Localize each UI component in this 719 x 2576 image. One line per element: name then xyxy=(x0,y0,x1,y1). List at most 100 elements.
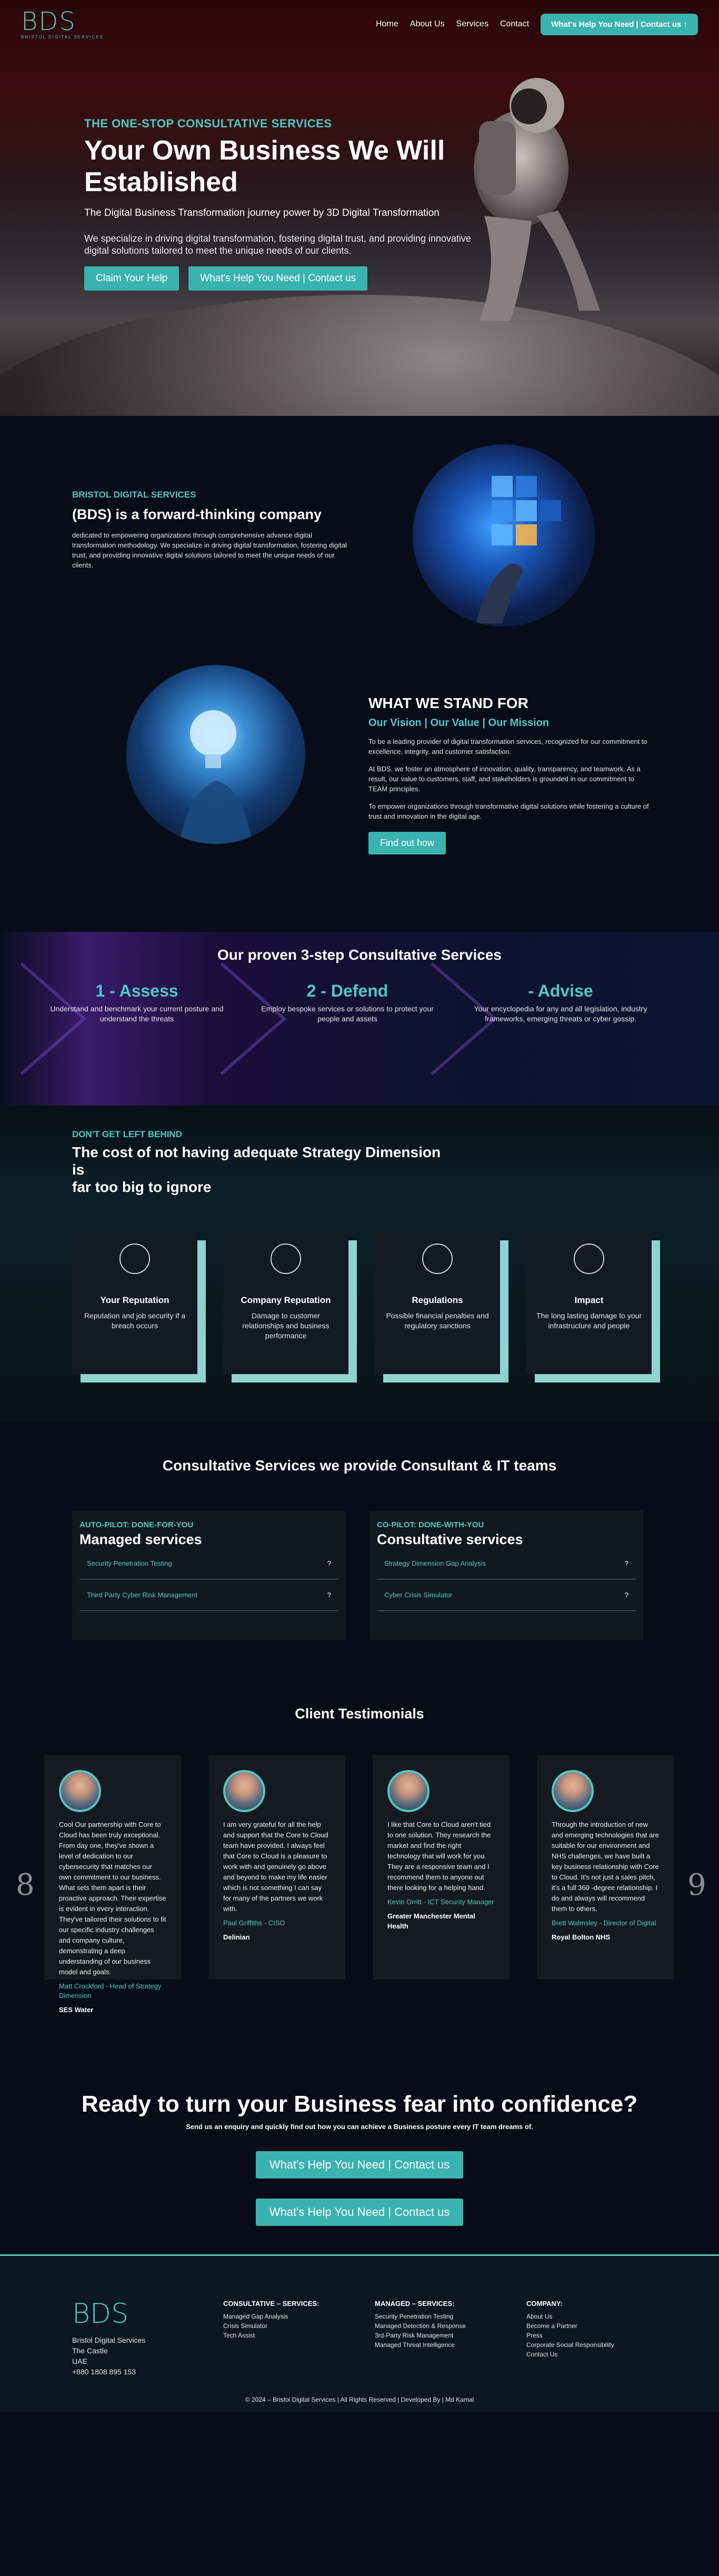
cost-title-line2: is xyxy=(72,1161,85,1178)
impact-card: Impact The long lasting damage to your i… xyxy=(526,1232,660,1383)
testimonial-company: Delinian xyxy=(223,1933,250,1941)
cta-button-wrap: What's Help You Need | Contact us xyxy=(0,2151,719,2179)
footer-link[interactable]: Crisis Simulator xyxy=(223,2321,319,2331)
consultative-services-panel: CO-PILOT: DONE-WITH-YOU Consultative ser… xyxy=(370,1511,643,1640)
service-accordion-item[interactable]: Strategy Dimension Gap Analysis? xyxy=(377,1548,636,1579)
hero-contact-button[interactable]: What's Help You Need | Contact us xyxy=(188,266,368,291)
top-navigation: BDS BRISTOL DIGITAL SERVICES Home About … xyxy=(0,0,719,48)
nav-contact-button[interactable]: What's Help You Need | Contact us ↑ xyxy=(541,13,698,35)
testimonial-quote: Through the introduction of new and emer… xyxy=(552,1821,659,1913)
service-accordion-item[interactable]: Security Penetration Testing? xyxy=(79,1548,338,1579)
mission-paragraph: To empower organizations through transfo… xyxy=(368,802,649,820)
reputation-card: Your Reputation Reputation and job secur… xyxy=(72,1232,206,1383)
brand-logo[interactable]: BDS BRISTOL DIGITAL SERVICES xyxy=(21,9,104,39)
testimonial-company: Greater Manchester Mental Health xyxy=(387,1912,475,1930)
logo-mark: BDS xyxy=(21,7,76,36)
handshake-icon xyxy=(271,1244,301,1274)
nav-link-about[interactable]: About Us xyxy=(410,19,445,29)
testimonials-title: Client Testimonials xyxy=(295,1706,424,1722)
card-description: The long lasting damage to your infrastr… xyxy=(536,1311,642,1330)
card-face: Impact The long lasting damage to your i… xyxy=(526,1232,652,1374)
avatar xyxy=(552,1770,594,1812)
expand-icon: ? xyxy=(327,1559,331,1567)
nav-menu: Home About Us Services Contact What's He… xyxy=(376,13,698,35)
regulations-card: Regulations Possible financial penalties… xyxy=(375,1232,508,1383)
step-assess: 1 - Assess Understand and benchmark your… xyxy=(47,981,226,1024)
footer-column-consultative: CONSULTATIVE – SERVICES: Managed Gap Ana… xyxy=(223,2299,319,2340)
footer-column-heading: CONSULTATIVE – SERVICES: xyxy=(223,2300,319,2308)
testimonial-company: SES Water xyxy=(59,2006,94,2014)
carousel-prev-button[interactable]: 8 xyxy=(16,1868,35,1902)
service-item-label: Strategy Dimension Gap Analysis xyxy=(384,1559,486,1567)
footer-link[interactable]: About Us xyxy=(526,2312,614,2321)
footer-link[interactable]: Contact Us xyxy=(526,2350,614,2359)
footer-link[interactable]: Become a Partner xyxy=(526,2321,614,2331)
footer-link[interactable]: Security Penetration Testing xyxy=(375,2312,466,2321)
phone-number[interactable]: +880 1808 895 153 xyxy=(72,2366,145,2377)
handshake-icon xyxy=(422,1244,453,1274)
card-title: Regulations xyxy=(412,1295,463,1305)
footer-link[interactable]: Managed Threat Intelligence xyxy=(375,2340,466,2350)
moon-surface-image xyxy=(0,295,719,416)
hero-title: Your Own Business We Will Established xyxy=(84,135,484,198)
cost-title-line3: far too big to ignore xyxy=(72,1179,212,1195)
cta-title: Ready to turn your Business fear into co… xyxy=(81,2091,638,2117)
nav-link-services[interactable]: Services xyxy=(456,19,488,29)
nav-link-contact[interactable]: Contact xyxy=(500,19,529,29)
carousel-next-button[interactable]: 9 xyxy=(687,1868,706,1902)
cost-section: DON'T GET LEFT BEHIND The cost of not ha… xyxy=(0,1106,719,1421)
testimonial-author: Kevin Orritt - ICT Security Manager xyxy=(387,1898,494,1906)
vision-paragraph: To be a leading provider of digital tran… xyxy=(368,738,647,755)
footer-link[interactable]: Tech Assist xyxy=(223,2331,319,2340)
card-face: Company Reputation Damage to customer re… xyxy=(223,1232,348,1374)
handshake-icon xyxy=(119,1244,150,1274)
panel-title: Consultative services xyxy=(377,1531,523,1547)
cta-contact-button-secondary[interactable]: What's Help You Need | Contact us xyxy=(255,2199,464,2226)
card-description: Possible financial penalties and regulat… xyxy=(386,1311,489,1330)
testimonial-card: I am very grateful for all the help and … xyxy=(208,1755,345,1980)
value-paragraph: At BDS, we foster an atmosphere of innov… xyxy=(368,765,641,793)
hero-title-line2: Established xyxy=(84,167,238,197)
card-face: Your Reputation Reputation and job secur… xyxy=(72,1232,197,1374)
nav-link-home[interactable]: Home xyxy=(376,19,398,29)
footer-link[interactable]: Press xyxy=(526,2331,614,2340)
step-description: Employ bespoke services or solutions to … xyxy=(261,1004,434,1023)
footer-link[interactable]: 3rd-Party Risk Management xyxy=(375,2331,466,2340)
service-accordion-item[interactable]: Cyber Crisis Simulator? xyxy=(377,1579,636,1611)
about-section: BRISTOL DIGITAL SERVICES (BDS) is a forw… xyxy=(0,416,719,663)
values-text: WHAT WE STAND FOR Our Vision | Our Value… xyxy=(368,695,653,854)
find-out-how-button[interactable]: Find out how xyxy=(368,832,446,854)
claim-help-button[interactable]: Claim Your Help xyxy=(84,266,179,291)
step-title: - Advise xyxy=(528,981,593,1000)
managed-services-panel: AUTO-PILOT: DONE-FOR-YOU Managed service… xyxy=(72,1511,346,1640)
about-kicker: BRISTOL DIGITAL SERVICES xyxy=(72,490,196,500)
footer-logo[interactable]: BDS xyxy=(72,2298,128,2330)
cta-contact-button[interactable]: What's Help You Need | Contact us xyxy=(255,2151,464,2179)
footer-address: Bristol Digital Services The Castle UAE … xyxy=(72,2335,145,2377)
testimonial-author: Matt Crockford - Head of Strategy Dimens… xyxy=(59,1982,162,2000)
step-advise: - Advise Your encyclopedia for any and a… xyxy=(471,981,650,1024)
testimonial-quote: Cool Our partnership with Core to Cloud … xyxy=(59,1821,166,1976)
footer-link[interactable]: Managed Gap Analysis xyxy=(223,2312,319,2321)
three-step-section: Our proven 3-step Consultative Services … xyxy=(0,932,719,1106)
cost-title-line1: The cost of not having adequate Strategy… xyxy=(72,1144,441,1160)
service-item-label: Third Party Cyber Risk Management xyxy=(87,1591,198,1599)
services-title: Consultative Services we provide Consult… xyxy=(162,1457,557,1474)
expand-icon: ? xyxy=(327,1591,331,1599)
card-description: Reputation and job security if a breach … xyxy=(84,1311,186,1330)
company-name: Bristol Digital Services xyxy=(72,2336,146,2344)
step-title: 2 - Defend xyxy=(306,981,388,1000)
testimonial-company: Royal Bolton NHS xyxy=(552,1933,611,1941)
values-section: WHAT WE STAND FOR Our Vision | Our Value… xyxy=(0,663,719,932)
steps-title: Our proven 3-step Consultative Services xyxy=(217,947,502,963)
footer-link[interactable]: Managed Detection & Response xyxy=(375,2321,466,2331)
panel-title: Managed services xyxy=(79,1531,202,1547)
expand-icon: ? xyxy=(624,1591,628,1599)
service-accordion-item[interactable]: Third Party Cyber Risk Management? xyxy=(79,1579,338,1611)
handshake-icon xyxy=(574,1244,604,1274)
footer-link[interactable]: Corporate Social Responsibility xyxy=(526,2340,614,2350)
cubes-illustration xyxy=(476,476,561,623)
services-section: Consultative Services we provide Consult… xyxy=(0,1421,719,1679)
step-defend: 2 - Defend Employ bespoke services or so… xyxy=(258,981,437,1024)
about-title: (BDS) is a forward-thinking company xyxy=(72,506,322,522)
